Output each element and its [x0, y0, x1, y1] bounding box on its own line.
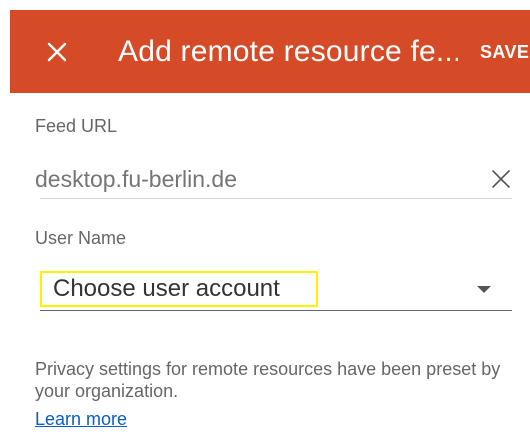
feed-url-label: Feed URL — [35, 116, 118, 136]
app-bar: Add remote resource fe... SAVE — [10, 10, 530, 93]
privacy-notice: Privacy settings for remote resources ha… — [35, 359, 501, 401]
learn-more-link[interactable]: Learn more — [35, 408, 127, 430]
close-icon — [47, 42, 67, 62]
dropdown-arrow-icon — [477, 286, 491, 293]
user-account-selected-value: Choose user account — [40, 271, 318, 307]
clear-url-button[interactable] — [486, 164, 516, 194]
save-button[interactable]: SAVE — [480, 40, 529, 64]
user-account-underline — [40, 310, 512, 311]
feed-url-underline — [40, 198, 512, 199]
user-account-select[interactable]: Choose user account — [40, 271, 512, 311]
close-icon — [492, 170, 510, 188]
page-title: Add remote resource fe... — [118, 35, 458, 68]
top-margin — [0, 0, 530, 10]
close-button[interactable] — [37, 32, 77, 72]
feed-url-input[interactable] — [35, 166, 455, 193]
user-name-label: User Name — [35, 228, 127, 248]
